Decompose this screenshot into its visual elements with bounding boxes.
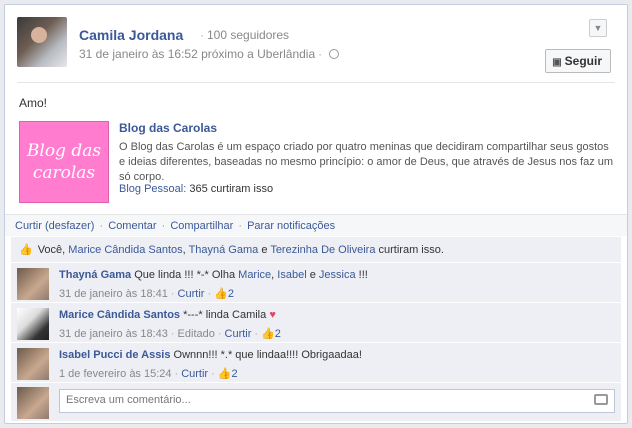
- link-description: O Blog das Carolas é um espaço criado po…: [119, 141, 614, 183]
- comment-like-link[interactable]: Curtir: [225, 328, 252, 340]
- rss-icon: ▣: [552, 57, 562, 68]
- comment-like-count[interactable]: 👍2: [261, 328, 281, 340]
- thumbs-up-icon: 👍: [217, 368, 232, 380]
- comment-item: Thayná Gama Que linda !!! *-* Olha Maric…: [11, 263, 621, 303]
- share-link[interactable]: Compartilhar: [170, 220, 233, 232]
- liker-link[interactable]: Marice Cândida Santos: [68, 244, 182, 256]
- mention-link[interactable]: Jessica: [319, 269, 356, 281]
- stop-notifications-link[interactable]: Parar notificações: [247, 220, 335, 232]
- comment-like-link[interactable]: Curtir: [181, 368, 208, 380]
- comment-body: Marice Cândida Santos *---* linda Camila…: [59, 309, 276, 321]
- action-bar: Curtir (desfazer) · Comentar · Compartil…: [5, 214, 627, 236]
- comment-meta: 31 de janeiro às 18:41 · Curtir · 👍2: [59, 288, 234, 300]
- follow-button[interactable]: ▣ Seguir: [545, 49, 611, 73]
- author-name[interactable]: Camila Jordana: [79, 27, 183, 43]
- chevron-down-icon[interactable]: ▼: [589, 19, 607, 37]
- liker-link[interactable]: Terezinha De Oliveira: [270, 244, 375, 256]
- thumbnail-text: Blog das carolas: [26, 141, 102, 183]
- heart-icon: ♥: [269, 309, 276, 321]
- comment-item: Marice Cândida Santos *---* linda Camila…: [11, 303, 621, 343]
- write-comment-row: Escreva um comentário...: [11, 383, 621, 421]
- link-source: Blog Pessoal: 365 curtiram isso: [119, 183, 274, 195]
- thumbs-up-icon: 👍: [19, 244, 33, 256]
- follower-count[interactable]: · 100 seguidores: [197, 28, 289, 42]
- comment-date[interactable]: 31 de janeiro às 18:41: [59, 288, 168, 300]
- camera-icon[interactable]: [594, 394, 608, 405]
- edited-label[interactable]: Editado: [178, 328, 215, 340]
- comment-date[interactable]: 31 de janeiro às 18:43: [59, 328, 168, 340]
- commenter-avatar[interactable]: [17, 348, 49, 380]
- comment-meta: 31 de janeiro às 18:43 · Editado · Curtir · 👍2: [59, 328, 281, 340]
- commenter-name[interactable]: Marice Cândida Santos: [59, 309, 180, 321]
- comment-link[interactable]: Comentar: [108, 220, 156, 232]
- comment-like-count[interactable]: 👍2: [214, 288, 234, 300]
- likes-summary: 👍 Você, Marice Cândida Santos, Thayná Gam…: [11, 237, 621, 263]
- commenter-name[interactable]: Isabel Pucci de Assis: [59, 349, 170, 361]
- like-undo-link[interactable]: Curtir (desfazer): [15, 220, 94, 232]
- post-timestamp[interactable]: 31 de janeiro às 16:52 próximo a Uberlân…: [79, 47, 315, 61]
- comment-body: Isabel Pucci de Assis Ownnn!!! *.* que l…: [59, 349, 362, 361]
- commenter-name[interactable]: Thayná Gama: [59, 269, 131, 281]
- liker-link[interactable]: Thayná Gama: [189, 244, 259, 256]
- comment-like-count[interactable]: 👍2: [218, 368, 238, 380]
- globe-icon: [329, 49, 340, 59]
- author-avatar[interactable]: [17, 17, 67, 67]
- post-meta: 31 de janeiro às 16:52 próximo a Uberlân…: [79, 47, 340, 61]
- comment-like-link[interactable]: Curtir: [178, 288, 205, 300]
- post-card: Camila Jordana · 100 seguidores 31 de jan…: [4, 4, 628, 424]
- comment-item: Isabel Pucci de Assis Ownnn!!! *.* que l…: [11, 343, 621, 383]
- commenter-avatar[interactable]: [17, 308, 49, 340]
- feedback-area: 👍 Você, Marice Cândida Santos, Thayná Gam…: [11, 237, 621, 421]
- comment-body: Thayná Gama Que linda !!! *-* Olha Maric…: [59, 269, 368, 281]
- mention-link[interactable]: Marice: [238, 269, 271, 281]
- link-title[interactable]: Blog das Carolas: [119, 121, 217, 135]
- comment-date[interactable]: 1 de fevereiro às 15:24: [59, 368, 172, 380]
- comment-meta: 1 de fevereiro às 15:24 · Curtir · 👍2: [59, 368, 238, 380]
- viewer-avatar: [17, 387, 49, 419]
- comment-input[interactable]: Escreva um comentário...: [59, 389, 615, 413]
- thumbs-up-icon: 👍: [214, 288, 228, 300]
- link-thumbnail[interactable]: Blog das carolas: [19, 121, 109, 203]
- post-header: Camila Jordana · 100 seguidores 31 de jan…: [17, 17, 615, 83]
- post-text: Amo!: [19, 96, 48, 110]
- commenter-avatar[interactable]: [17, 268, 49, 300]
- thumbs-up-icon: 👍: [261, 328, 275, 340]
- mention-link[interactable]: Isabel: [277, 269, 306, 281]
